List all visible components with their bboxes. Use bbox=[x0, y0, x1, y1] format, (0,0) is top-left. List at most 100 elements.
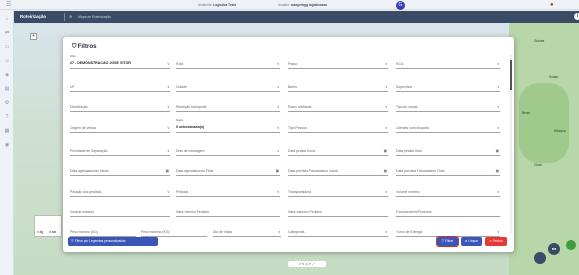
help-icon[interactable]: ? bbox=[4, 114, 10, 120]
field-data_pedido_inicio[interactable]: Data pedido Início ▦ bbox=[288, 146, 388, 156]
chevron-down-icon[interactable]: ▾ bbox=[385, 85, 387, 89]
field-rota[interactable]: Rota ▾ bbox=[176, 59, 280, 69]
route-icon[interactable]: ⇄ bbox=[4, 30, 10, 36]
chevron-down-icon[interactable]: ▾ bbox=[385, 105, 387, 109]
field-origem[interactable]: Origem de venda ▾ bbox=[70, 123, 170, 133]
calendar-icon[interactable]: ▦ bbox=[496, 169, 499, 173]
chevron-down-icon[interactable]: ▾ bbox=[167, 126, 169, 130]
chevron-down-icon[interactable]: ▾ bbox=[277, 85, 279, 89]
field-supervisor[interactable]: Supervisor ▾ bbox=[396, 82, 500, 92]
field-cidade[interactable]: Cidade ▾ bbox=[176, 82, 280, 92]
field-data_agend_final[interactable]: Data agendamento Final ▦ bbox=[176, 166, 280, 176]
chevron-down-icon[interactable]: ▾ bbox=[167, 105, 169, 109]
field-tipo_pessoa[interactable]: Tipo Pessoa ▾ bbox=[288, 123, 388, 133]
field-peso_maximo[interactable]: Peso máximo (KG) bbox=[141, 227, 207, 237]
menu-icon[interactable]: ☰ bbox=[6, 2, 13, 8]
notification-bell-icon[interactable]: ● bbox=[550, 1, 558, 9]
chevron-down-icon[interactable]: ▾ bbox=[497, 62, 499, 66]
field-clientes_bloqueio[interactable]: Clientes com bloqueio ▾ bbox=[396, 123, 500, 133]
chevron-down-icon[interactable]: ▾ bbox=[385, 230, 387, 234]
custom-legend-filter-button[interactable]: ☰ Filtrar por Legendas personalizadas bbox=[68, 237, 158, 246]
chevron-down-icon[interactable]: ▾ bbox=[167, 62, 169, 66]
calendar-icon[interactable]: ▦ bbox=[166, 169, 169, 173]
chevron-down-icon[interactable]: ▾ bbox=[167, 190, 169, 194]
avatar[interactable]: G bbox=[396, 1, 405, 10]
map-layer-switcher[interactable]: n.lig n.sat bbox=[34, 215, 62, 237]
field-data_agend_inicial[interactable]: Data agendamento Inicial ▦ bbox=[70, 166, 170, 176]
map-tools[interactable]: ≡ ✎ ◎ ⟳ ⤢ bbox=[288, 261, 326, 267]
field-data_prev_final[interactable]: Data prevista Faturamento Final ▦ bbox=[396, 166, 500, 176]
layer-label[interactable]: n.sat bbox=[49, 230, 56, 234]
chevron-down-icon[interactable]: ▾ bbox=[167, 149, 169, 153]
field-valor_minimo[interactable]: Valor mínimo Pedidos bbox=[176, 207, 280, 217]
add-button[interactable] bbox=[566, 240, 576, 250]
field-placeholder: UF bbox=[70, 85, 75, 89]
field-dias_montagem[interactable]: Dias de montagem ▾ bbox=[176, 146, 280, 156]
calendar-icon[interactable]: ▦ bbox=[496, 149, 499, 153]
field-uf[interactable]: UF ▾ bbox=[70, 82, 170, 92]
zoom-in-button[interactable]: + bbox=[30, 33, 37, 40]
chevron-down-icon[interactable]: ▾ bbox=[277, 149, 279, 153]
chevron-down-icon[interactable]: ▾ bbox=[385, 62, 387, 66]
chevron-down-icon[interactable]: ▾ bbox=[497, 85, 499, 89]
chevron-down-icon[interactable]: ▾ bbox=[497, 126, 499, 130]
field-peso_minimo[interactable]: Peso mínimo (KG) bbox=[70, 227, 136, 237]
field-restricao[interactable]: Restrição transporte ▾ bbox=[176, 102, 280, 112]
field-rca[interactable]: RCA ▾ bbox=[396, 59, 500, 69]
field-label: Status bbox=[176, 119, 184, 122]
field-status[interactable]: Status 0 selecionado(s) ▾ bbox=[176, 119, 280, 133]
truck-icon[interactable]: ▭ bbox=[4, 44, 10, 50]
field-data_prev_inicial[interactable]: Data prevista Faturamento Inicial ▦ bbox=[288, 166, 388, 176]
field-turno_entrega[interactable]: Turno de Entrega ▾ bbox=[396, 227, 500, 237]
chevron-down-icon[interactable]: ▾ bbox=[385, 126, 387, 130]
filter-button[interactable]: ⛉ Filtrar bbox=[435, 235, 460, 248]
chevron-down-icon[interactable]: ▾ bbox=[277, 105, 279, 109]
field-ramo[interactable]: Ramo atividade ▾ bbox=[288, 102, 388, 112]
field-tipo_venda[interactable]: Tipo de venda ▾ bbox=[396, 102, 500, 112]
field-categorias[interactable]: Categorias ▾ bbox=[288, 227, 388, 237]
pin-icon[interactable]: ◉ bbox=[4, 142, 10, 148]
close-button[interactable]: ✕ Fechar bbox=[485, 237, 507, 246]
field-prioridade[interactable]: Prioridade de Separação ▾ bbox=[70, 146, 170, 156]
field-bairro[interactable]: Bairro ▾ bbox=[288, 82, 388, 92]
chevron-down-icon[interactable]: ▾ bbox=[277, 190, 279, 194]
breadcrumb[interactable]: Mapa de Roteirização bbox=[78, 15, 111, 19]
home-icon[interactable]: ⌂ bbox=[4, 16, 10, 22]
chevron-down-icon[interactable]: ▾ bbox=[497, 190, 499, 194]
map-icon[interactable]: ◈ bbox=[4, 72, 10, 78]
chevron-down-icon[interactable]: ▾ bbox=[277, 62, 279, 66]
people-icon[interactable]: ☺ bbox=[4, 58, 10, 64]
scrollbar[interactable] bbox=[510, 54, 512, 234]
field-fornecedores[interactable]: Fornecedores/Produtos bbox=[396, 207, 500, 217]
fab-button[interactable] bbox=[534, 252, 546, 264]
settings-icon[interactable]: ⚙ bbox=[4, 100, 10, 106]
field-distribuicao[interactable]: Distribuição ▾ bbox=[70, 102, 170, 112]
chevron-down-icon[interactable]: ▾ bbox=[497, 230, 499, 234]
chevron-down-icon[interactable]: ▾ bbox=[385, 190, 387, 194]
fab-button[interactable]: ●● bbox=[548, 243, 560, 255]
field-filial[interactable]: Filial 27 - DEMONSTRACAO JOSE VITOR ▾ bbox=[70, 55, 170, 69]
field-valor_maximo[interactable]: Valor máximo Pedidos bbox=[288, 207, 388, 217]
field-data_pedido_final[interactable]: Data pedido final ▦ bbox=[396, 146, 500, 156]
field-praca[interactable]: Praça ▾ bbox=[288, 59, 388, 69]
field-volume_maximo[interactable]: Volume máximo bbox=[70, 207, 170, 217]
chevron-down-icon[interactable]: ▾ bbox=[278, 230, 280, 234]
clear-button[interactable]: ⊘ Limpar bbox=[461, 237, 482, 246]
field-volume_minimo[interactable]: Volume mínimo ▾ bbox=[396, 187, 500, 197]
calendar-icon[interactable]: ▦ bbox=[384, 149, 387, 153]
chevron-down-icon[interactable]: ▾ bbox=[497, 105, 499, 109]
info-icon[interactable]: i bbox=[574, 13, 579, 20]
field-placeholder: Data agendamento Inicial bbox=[70, 169, 109, 173]
layer-label[interactable]: n.lig bbox=[37, 230, 43, 234]
chevron-down-icon[interactable]: ▾ bbox=[277, 126, 279, 130]
field-posicao[interactable]: Posição dos pedidos ▾ bbox=[70, 187, 170, 197]
field-pedidos[interactable]: Pedidos ▾ bbox=[176, 187, 280, 197]
scroll-thumb[interactable] bbox=[510, 60, 512, 90]
field-dia_visita[interactable]: Dia de Visita ▾ bbox=[213, 227, 281, 237]
chart-icon[interactable]: ▤ bbox=[4, 86, 10, 92]
chevron-down-icon[interactable]: ▾ bbox=[167, 85, 169, 89]
calendar-icon[interactable]: ▦ bbox=[384, 169, 387, 173]
field-transportadora[interactable]: Transportadora ▾ bbox=[288, 187, 388, 197]
report-icon[interactable]: ▦ bbox=[4, 128, 10, 134]
calendar-icon[interactable]: ▦ bbox=[276, 169, 279, 173]
